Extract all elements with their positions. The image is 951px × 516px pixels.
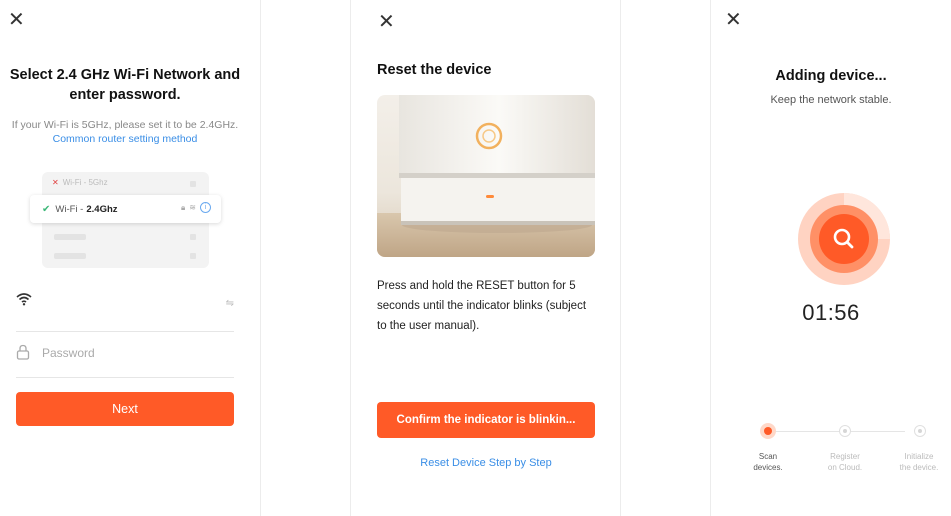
step-scan-label: Scan devices.: [738, 451, 798, 473]
swap-icon[interactable]: ⇋: [226, 298, 234, 309]
page-title: Reset the device: [377, 62, 492, 78]
band-hint-text: If your Wi-Fi is 5GHz, please set it to …: [11, 119, 239, 131]
page-title: Select 2.4 GHz Wi-Fi Network and enter p…: [9, 67, 241, 103]
step-register-label-line2: on Cloud.: [827, 463, 863, 472]
scan-indicator: [797, 192, 891, 286]
adding-device-screen: ✕ Adding device... Keep the network stab…: [711, 0, 951, 516]
network-24ghz-prefix: Wi-Fi -: [55, 203, 84, 215]
step-scan-label-line2: devices.: [753, 463, 783, 472]
router-illustration: [377, 95, 595, 257]
step-register-label-line1: Register: [830, 452, 860, 461]
network-5ghz-item: ✕ Wi-Fi - 5Ghz: [52, 178, 108, 187]
network-5ghz-label: Wi-Fi - 5Ghz: [62, 178, 108, 187]
page-title: Adding device...: [775, 68, 887, 84]
router-setting-link[interactable]: Common router setting method: [53, 133, 198, 145]
close-icon[interactable]: ✕: [8, 10, 25, 30]
close-icon[interactable]: ✕: [725, 10, 742, 30]
placeholder-row: [54, 234, 86, 240]
lock-small-icon: 🔒︎: [181, 202, 186, 212]
password-field[interactable]: [16, 336, 234, 378]
check-icon: ✔: [42, 203, 51, 215]
network-24ghz-item: ✔ Wi-Fi - 2.4Ghz 🔒︎ ≋ i: [30, 195, 221, 223]
wifi-name-field[interactable]: ⇋: [16, 290, 234, 332]
lock-icon: [16, 344, 30, 360]
wifi-small-icon: ≋: [189, 203, 196, 212]
step-initialize-dot-inner: [918, 429, 922, 433]
network-5ghz-signal: [190, 181, 196, 187]
placeholder-row-signal: [190, 234, 196, 240]
close-icon[interactable]: ✕: [378, 12, 395, 32]
page-subtitle: Keep the network stable.: [770, 94, 892, 106]
reset-device-screen: ✕ Reset the device Press and hold the RE…: [351, 0, 619, 516]
device-photo: [377, 95, 595, 257]
step-initialize-label: Initialize the device.: [889, 451, 949, 473]
placeholder-row-signal: [190, 253, 196, 259]
step-scan-dot-inner: [764, 427, 772, 435]
confirm-blinking-button[interactable]: Confirm the indicator is blinkin...: [377, 402, 595, 438]
placeholder-row: [54, 253, 86, 259]
countdown-timer: 01:56: [802, 300, 860, 325]
step-initialize-label-line2: the device.: [899, 463, 939, 472]
network-24ghz-icons: 🔒︎ ≋ i: [181, 202, 211, 213]
password-input[interactable]: [42, 346, 222, 360]
step-initialize-label-line1: Initialize: [904, 452, 934, 461]
step-scan-label-line1: Scan: [758, 452, 778, 461]
network-24ghz-band: 2.4Ghz: [86, 203, 118, 215]
panel-divider: [260, 0, 261, 516]
reset-instructions: Press and hold the RESET button for 5 se…: [377, 280, 587, 332]
wifi-icon: [16, 293, 32, 306]
scan-progress: [798, 193, 890, 285]
info-icon: i: [200, 202, 211, 213]
step-register-dot-inner: [843, 429, 847, 433]
wifi-setup-screen: ✕ Select 2.4 GHz Wi-Fi Network and enter…: [0, 0, 260, 516]
reset-step-by-step-link[interactable]: Reset Device Step by Step: [377, 457, 595, 469]
band-hint: If your Wi-Fi is 5GHz, please set it to …: [10, 118, 240, 146]
step-register-label: Register on Cloud.: [815, 451, 875, 473]
cross-icon: ✕: [52, 178, 59, 187]
panel-divider: [620, 0, 621, 516]
next-button[interactable]: Next: [16, 392, 234, 426]
